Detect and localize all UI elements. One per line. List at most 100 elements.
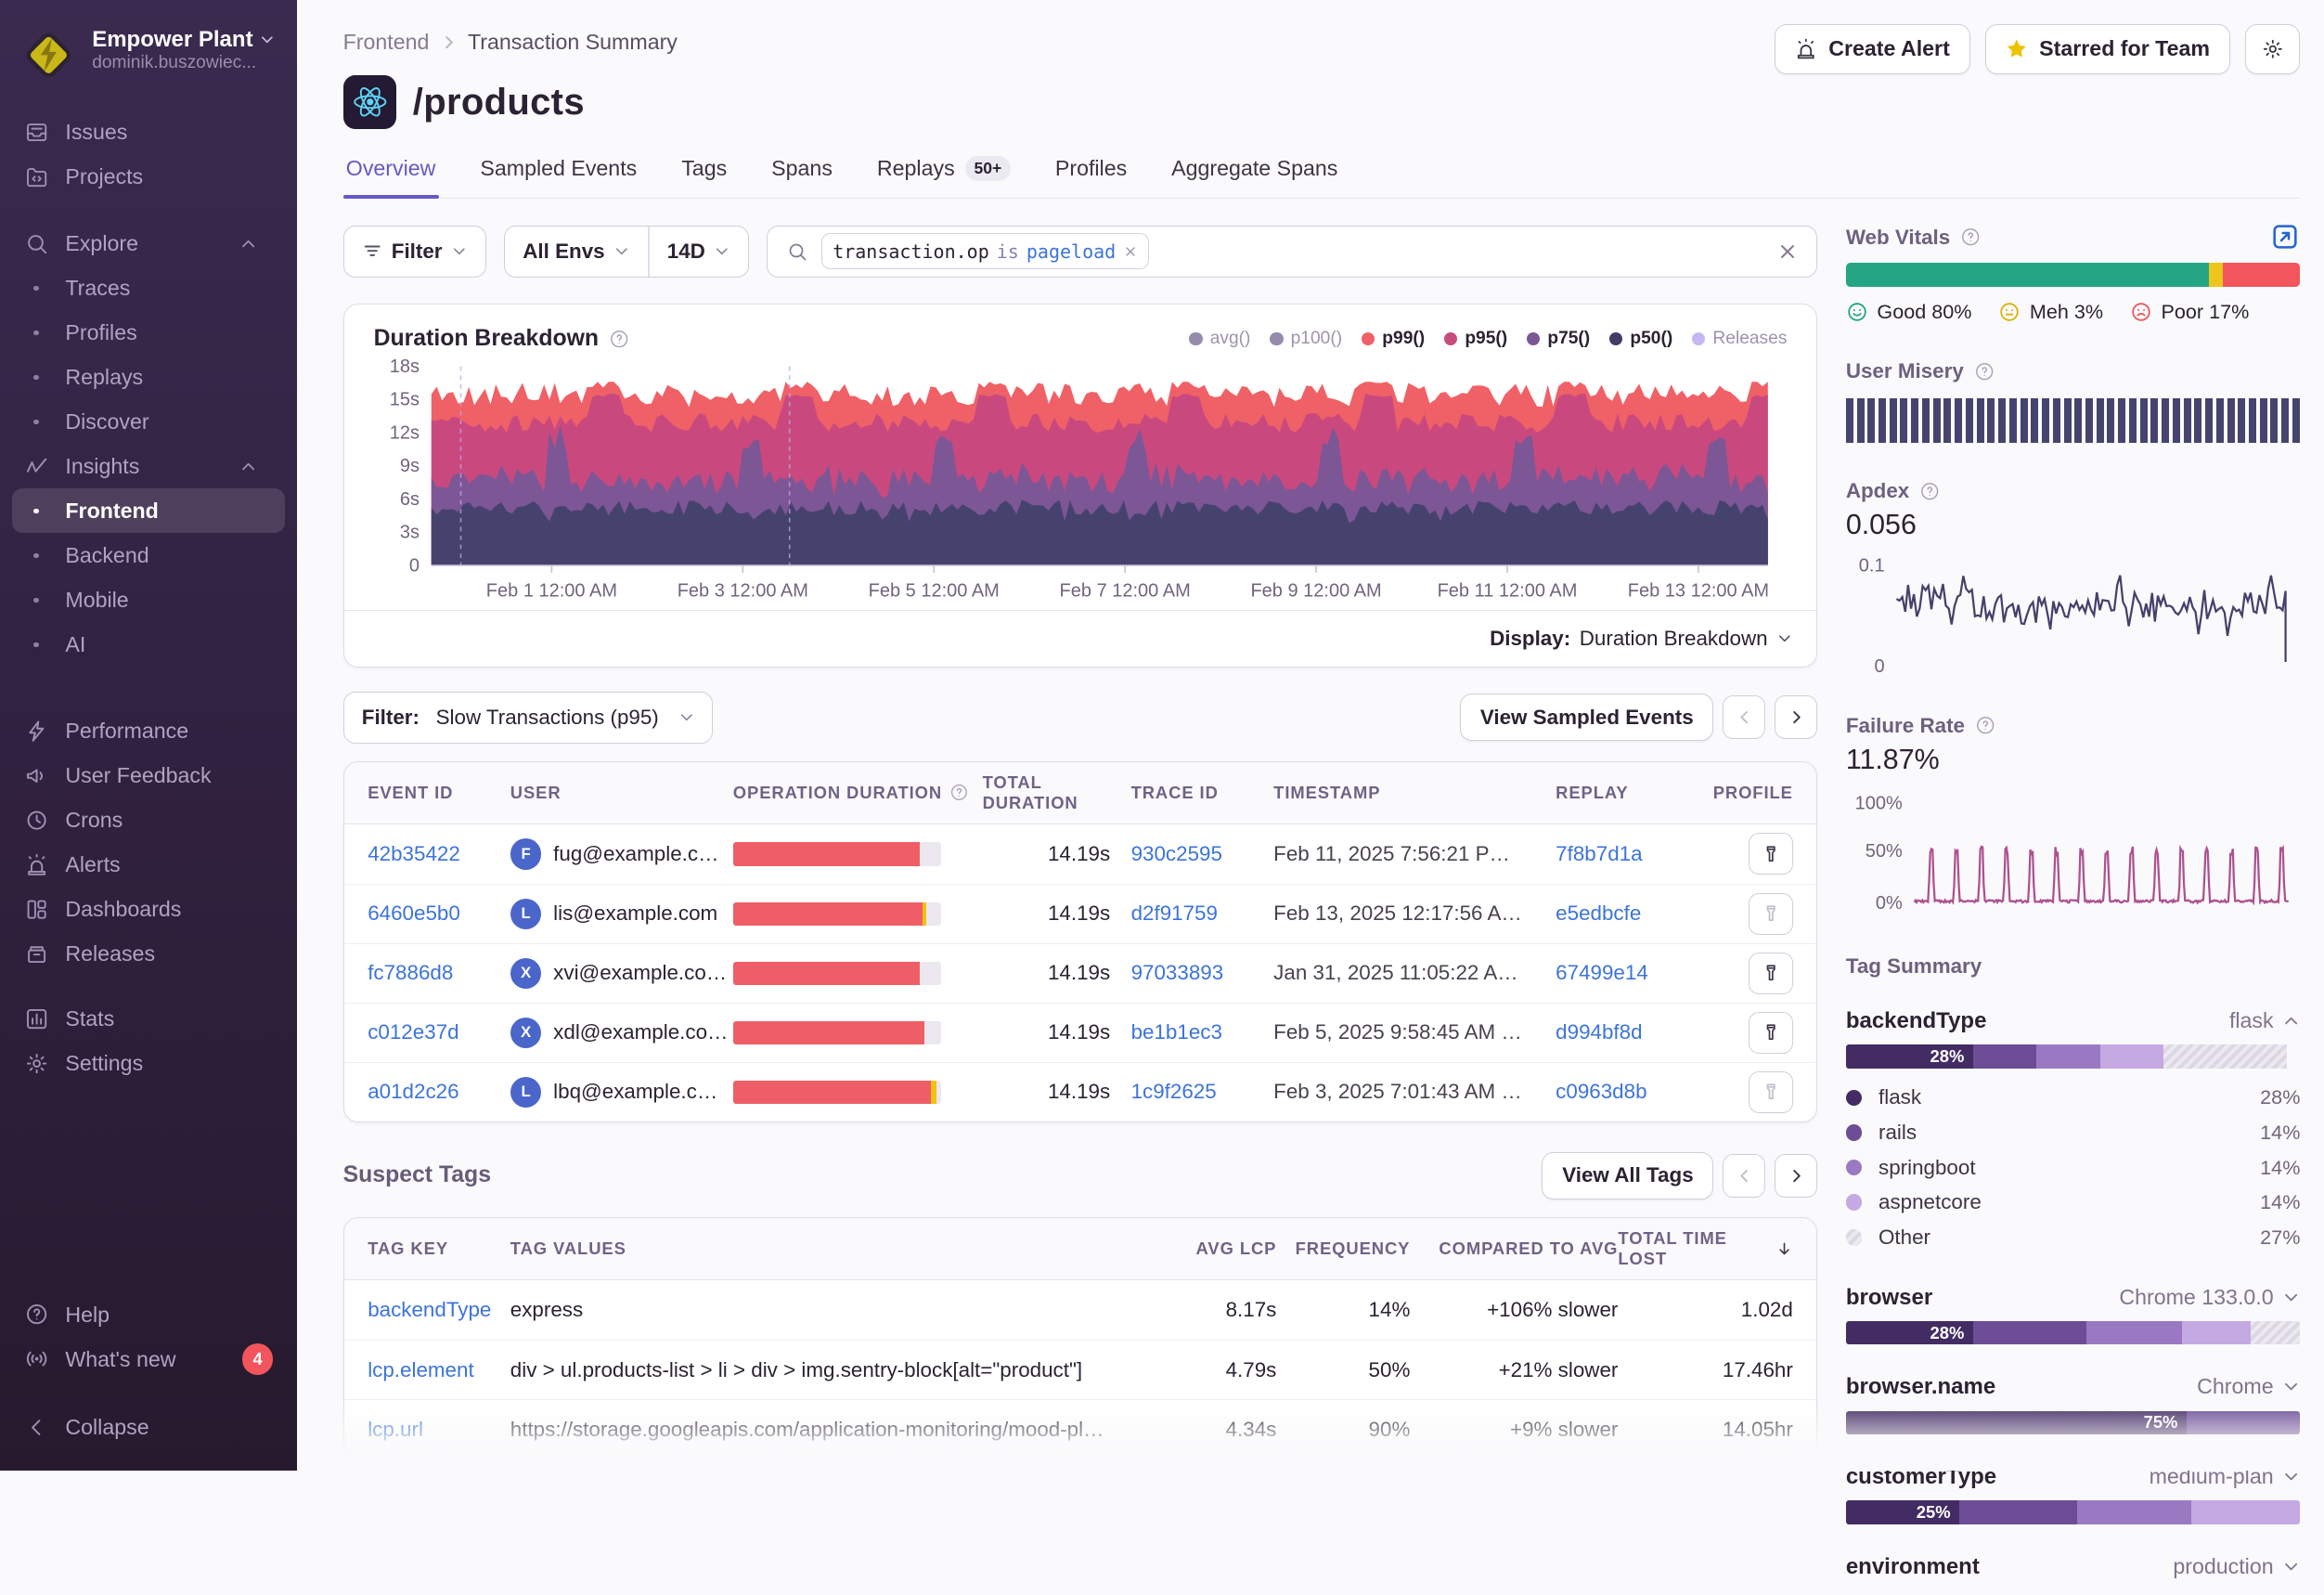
breadcrumb-project[interactable]: Frontend	[343, 30, 430, 55]
event-id-link[interactable]: 42b35422	[368, 842, 460, 865]
column-header-trace-id[interactable]: TRACE ID	[1131, 783, 1274, 803]
help-circle-icon[interactable]	[1974, 361, 1995, 382]
column-header-user[interactable]: USER	[510, 783, 733, 803]
filter-dropdown[interactable]: Filter	[343, 226, 486, 278]
tags-prev-page-button[interactable]	[1723, 1154, 1765, 1197]
column-header-event-id[interactable]: EVENT ID	[368, 783, 510, 803]
tag-key-link[interactable]: lcp.url	[368, 1418, 423, 1441]
sidebar-item-user-feedback[interactable]: User Feedback	[12, 753, 285, 798]
view-sampled-events-button[interactable]: View Sampled Events	[1460, 694, 1713, 741]
column-header-timestamp[interactable]: TIMESTAMP	[1273, 783, 1556, 803]
sidebar-item-performance[interactable]: Performance	[12, 708, 285, 753]
sidebar-item-collapse[interactable]: Collapse	[12, 1406, 285, 1450]
sidebar-item-crons[interactable]: Crons	[12, 798, 285, 842]
trace-id-link[interactable]: 1c9f2625	[1131, 1080, 1217, 1103]
sidebar-item-profiles[interactable]: Profiles	[12, 310, 285, 355]
replay-id-link[interactable]: e5edbcfe	[1556, 901, 1641, 925]
legend-item-p99[interactable]: p99()	[1362, 329, 1425, 349]
tag-section-value-dropdown[interactable]: Chrome	[2197, 1374, 2300, 1399]
profile-button[interactable]	[1749, 1012, 1793, 1054]
tag-legend-row[interactable]: springboot14%	[1846, 1150, 2301, 1186]
events-next-page-button[interactable]	[1775, 695, 1817, 738]
tab-aggregate-spans[interactable]: Aggregate Spans	[1168, 156, 1341, 198]
sidebar-item-projects[interactable]: Projects	[12, 154, 285, 199]
sidebar-item-insights[interactable]: Insights	[12, 444, 285, 488]
sidebar-item-what-s-new[interactable]: What's new4	[12, 1337, 285, 1381]
transaction-settings-button[interactable]	[2245, 24, 2301, 74]
view-all-tags-button[interactable]: View All Tags	[1542, 1152, 1713, 1199]
trace-id-link[interactable]: d2f91759	[1131, 901, 1218, 925]
tag-section-value-dropdown[interactable]: flask	[2229, 1008, 2300, 1033]
trace-id-link[interactable]: be1b1ec3	[1131, 1020, 1222, 1044]
trace-id-link[interactable]: 97033893	[1131, 961, 1224, 984]
sidebar-item-traces[interactable]: Traces	[12, 266, 285, 310]
column-header-frequency[interactable]: FREQUENCY	[1276, 1238, 1410, 1259]
tag-section-value-dropdown[interactable]: production	[2173, 1554, 2300, 1579]
sidebar-item-issues[interactable]: Issues	[12, 110, 285, 154]
profile-button[interactable]	[1749, 953, 1793, 994]
column-header-operation-duration[interactable]: OPERATION DURATION	[733, 783, 983, 803]
profile-button[interactable]	[1749, 893, 1793, 935]
tag-legend-row[interactable]: flask28%	[1846, 1081, 2301, 1116]
env-selector[interactable]: All Envs	[505, 240, 648, 264]
event-id-link[interactable]: c012e37d	[368, 1020, 458, 1044]
legend-item-p100[interactable]: p100()	[1270, 329, 1342, 349]
replay-id-link[interactable]: d994bf8d	[1556, 1020, 1642, 1044]
sidebar-item-dashboards[interactable]: Dashboards	[12, 887, 285, 931]
org-switcher[interactable]: Empower Plant dominik.buszowiec...	[0, 18, 297, 104]
column-header-avg-lcp[interactable]: AVG LCP	[1164, 1238, 1277, 1259]
tag-section-value-dropdown[interactable]: Chrome 133.0.0	[2119, 1285, 2300, 1310]
event-id-link[interactable]: fc7886d8	[368, 961, 453, 984]
tab-spans[interactable]: Spans	[768, 156, 835, 198]
tag-legend-row[interactable]: rails14%	[1846, 1115, 2301, 1150]
help-circle-icon[interactable]	[1960, 227, 1981, 247]
events-prev-page-button[interactable]	[1723, 695, 1765, 738]
tag-key-link[interactable]: lcp.element	[368, 1358, 474, 1381]
tab-profiles[interactable]: Profiles	[1052, 156, 1130, 198]
legend-item-p95[interactable]: p95()	[1444, 329, 1507, 349]
replay-id-link[interactable]: 67499e14	[1556, 961, 1648, 984]
date-range-selector[interactable]: 14D	[650, 240, 749, 264]
sidebar-item-discover[interactable]: Discover	[12, 399, 285, 444]
sidebar-item-alerts[interactable]: Alerts	[12, 842, 285, 887]
sidebar-item-stats[interactable]: Stats	[12, 997, 285, 1042]
tag-legend-row[interactable]: Other27%	[1846, 1220, 2301, 1255]
sidebar-item-mobile[interactable]: Mobile	[12, 577, 285, 622]
starred-for-team-button[interactable]: Starred for Team	[1985, 24, 2230, 74]
column-header-compared-to-avg[interactable]: COMPARED TO AVG	[1410, 1238, 1618, 1259]
token-remove-icon[interactable]	[1123, 244, 1138, 259]
help-circle-icon[interactable]	[1919, 481, 1940, 501]
create-alert-button[interactable]: Create Alert	[1775, 24, 1970, 74]
sidebar-item-replays[interactable]: Replays	[12, 355, 285, 399]
profile-button[interactable]	[1749, 833, 1793, 875]
tag-legend-row[interactable]: aspnetcore14%	[1846, 1185, 2301, 1220]
tag-section-value-dropdown[interactable]: medium-plan	[2150, 1464, 2301, 1489]
sidebar-item-releases[interactable]: Releases	[12, 931, 285, 976]
event-id-link[interactable]: a01d2c26	[368, 1080, 458, 1103]
display-dropdown[interactable]: Duration Breakdown	[1580, 627, 1793, 651]
search-token[interactable]: transaction.op is pageload	[821, 233, 1149, 268]
sidebar-item-backend[interactable]: Backend	[12, 533, 285, 577]
sidebar-item-ai[interactable]: AI	[12, 622, 285, 667]
trace-id-link[interactable]: 930c2595	[1131, 842, 1222, 865]
event-id-link[interactable]: 6460e5b0	[368, 901, 460, 925]
column-header-tag-values[interactable]: TAG VALUES	[510, 1238, 1164, 1259]
column-header-total-duration[interactable]: TOTAL DURATION	[983, 772, 1131, 813]
sidebar-item-help[interactable]: Help	[12, 1292, 285, 1337]
column-header-replay[interactable]: REPLAY	[1556, 783, 1698, 803]
legend-item-Releases[interactable]: Releases	[1692, 329, 1787, 349]
column-header-total-time-lost[interactable]: TOTAL TIME LOST	[1618, 1228, 1792, 1269]
sidebar-item-explore[interactable]: Explore	[12, 221, 285, 266]
column-header-tag-key[interactable]: TAG KEY	[368, 1238, 510, 1259]
legend-item-p50[interactable]: p50()	[1609, 329, 1672, 349]
tab-overview[interactable]: Overview	[343, 156, 439, 198]
column-header-profile[interactable]: PROFILE	[1698, 783, 1793, 803]
legend-item-p75[interactable]: p75()	[1527, 329, 1590, 349]
help-circle-icon[interactable]	[609, 329, 629, 349]
tag-key-link[interactable]: backendType	[368, 1298, 491, 1321]
sidebar-item-frontend[interactable]: Frontend	[12, 488, 285, 533]
tags-next-page-button[interactable]	[1775, 1154, 1817, 1197]
replay-id-link[interactable]: c0963d8b	[1556, 1080, 1646, 1103]
search-input[interactable]: transaction.op is pageload	[767, 226, 1817, 278]
help-circle-icon[interactable]	[1975, 715, 1995, 735]
